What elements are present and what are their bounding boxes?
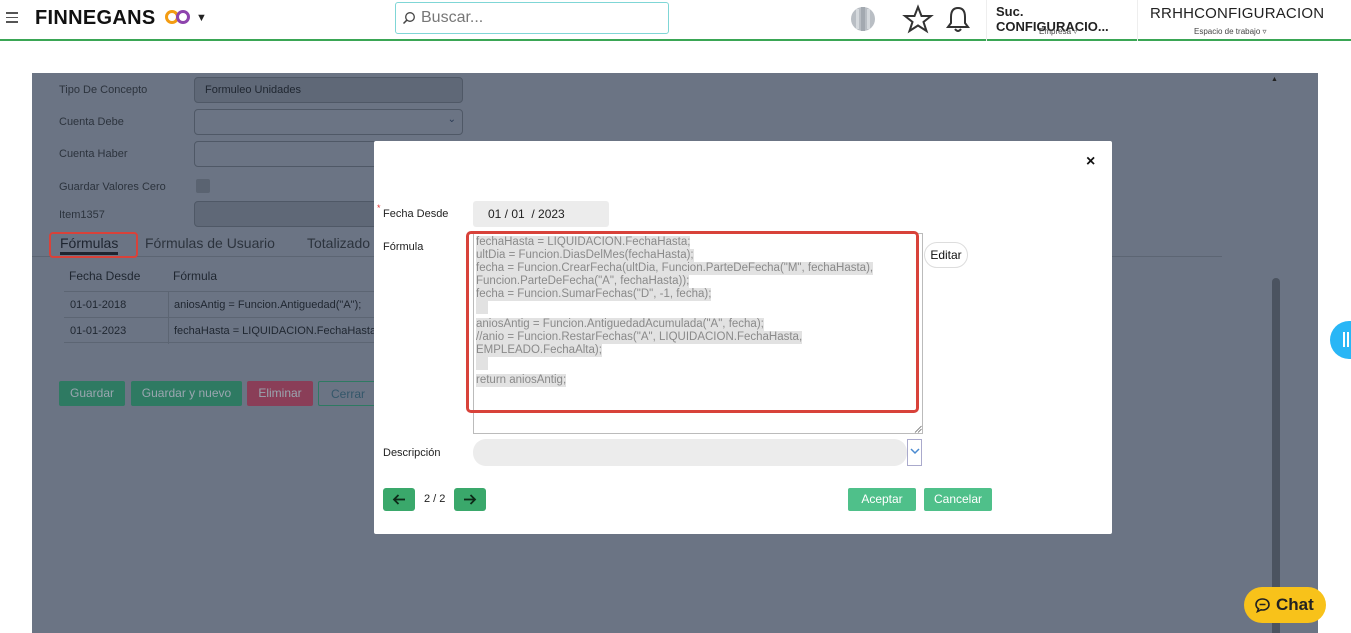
table-row[interactable]: 01-01-2023 fechaHasta = LIQUIDACION.Fech… xyxy=(64,317,394,344)
descripcion-input[interactable] xyxy=(473,439,907,466)
resize-handle-icon[interactable] xyxy=(914,425,922,433)
side-panel-toggle[interactable] xyxy=(1330,321,1351,359)
workspace-label: Espacio de trabajo ▿ xyxy=(1194,27,1267,36)
close-icon[interactable]: × xyxy=(1086,153,1095,171)
tab-totalizado[interactable]: Totalizado xyxy=(307,235,370,251)
fecha-desde-input[interactable]: 01 / 01 / 2023 xyxy=(473,201,609,227)
descripcion-label: Descripción xyxy=(383,447,441,459)
tab-formulas-usuario[interactable]: Fórmulas de Usuario xyxy=(145,235,275,251)
prev-button[interactable] xyxy=(383,488,415,511)
column-header-fecha-desde: Fecha Desde xyxy=(69,269,141,283)
row-formula: fechaHasta = LIQUIDACION.FechaHasta; xyxy=(174,325,380,337)
app-logo[interactable]: FINNEGANS xyxy=(35,7,155,30)
aceptar-button[interactable]: Aceptar xyxy=(848,488,916,511)
search-box[interactable]: Buscar... xyxy=(395,2,669,34)
top-bar: FINNEGANS ▼ Buscar... Suc. CONFIGURACIO.… xyxy=(0,0,1351,41)
table-row[interactable]: 01-01-2018 aniosAntig = Funcion.Antigued… xyxy=(64,291,394,318)
company-selector[interactable]: Suc. CONFIGURACIO... Empresa ▿ xyxy=(986,0,1138,41)
search-icon xyxy=(402,12,415,25)
chevron-down-icon xyxy=(910,448,920,455)
editar-button[interactable]: Editar xyxy=(924,242,968,268)
formula-label: Fórmula xyxy=(383,241,424,253)
field-label-tipo-concepto: Tipo De Concepto xyxy=(59,84,148,96)
field-label-cuenta-haber: Cuenta Haber xyxy=(59,148,128,160)
field-label-item1357: Item1357 xyxy=(59,209,105,221)
cancelar-button[interactable]: Cancelar xyxy=(924,488,992,511)
row-fecha: 01-01-2018 xyxy=(70,299,127,311)
row-fecha: 01-01-2023 xyxy=(70,325,127,337)
required-marker: * xyxy=(377,203,381,213)
logo-co-icon xyxy=(165,10,190,24)
fecha-desde-label: Fecha Desde xyxy=(383,208,449,220)
tipo-concepto-field[interactable]: Formuleo Unidades xyxy=(194,77,463,103)
cerrar-button[interactable]: Cerrar xyxy=(318,381,378,406)
logo-dropdown-icon[interactable]: ▼ xyxy=(196,12,207,24)
guardar-button[interactable]: Guardar xyxy=(59,381,125,406)
formula-highlight xyxy=(466,231,919,413)
field-label-cuenta-debe: Cuenta Debe xyxy=(59,116,124,128)
arrow-right-icon xyxy=(464,494,477,505)
chevron-down-icon: ⌄ xyxy=(447,114,456,125)
formula-edit-dialog: × * Fecha Desde 01 / 01 / 2023 Fórmula f… xyxy=(374,141,1112,534)
item1357-field[interactable] xyxy=(194,201,384,227)
chat-label: Chat xyxy=(1276,595,1314,614)
search-input[interactable]: Buscar... xyxy=(421,9,483,27)
notifications-bell-icon[interactable] xyxy=(942,4,974,34)
assistant-orb-icon[interactable] xyxy=(847,4,879,34)
favorites-star-icon[interactable] xyxy=(902,4,934,34)
scroll-thumb[interactable] xyxy=(1272,278,1280,633)
guardar-y-nuevo-button[interactable]: Guardar y nuevo xyxy=(131,381,242,406)
scroll-up-icon[interactable]: ▲ xyxy=(1271,76,1278,83)
company-label: Empresa ▿ xyxy=(1039,27,1078,36)
column-header-formula: Fórmula xyxy=(173,269,218,283)
workspace-selector[interactable]: RRHHCONFIGURACION Espacio de trabajo ▿ xyxy=(1140,0,1351,41)
arrow-left-icon xyxy=(392,494,405,505)
cuenta-debe-select[interactable]: ⌄ xyxy=(194,109,463,135)
next-button[interactable] xyxy=(454,488,486,511)
field-label-guardar-valores-cero: Guardar Valores Cero xyxy=(59,181,166,193)
pager-indicator: 2 / 2 xyxy=(424,493,446,505)
workspace-name: RRHHCONFIGURACION xyxy=(1150,5,1325,22)
eliminar-button[interactable]: Eliminar xyxy=(247,381,313,406)
guardar-valores-cero-checkbox[interactable] xyxy=(196,179,210,193)
cuenta-haber-select[interactable] xyxy=(194,141,384,167)
row-formula: aniosAntig = Funcion.Antiguedad("A"); xyxy=(174,299,362,311)
chat-bubble-icon xyxy=(1255,598,1270,613)
menu-icon[interactable] xyxy=(6,12,18,23)
formulas-tab-highlight xyxy=(49,232,138,258)
chat-button[interactable]: Chat xyxy=(1244,587,1326,623)
descripcion-dropdown[interactable] xyxy=(907,439,922,466)
